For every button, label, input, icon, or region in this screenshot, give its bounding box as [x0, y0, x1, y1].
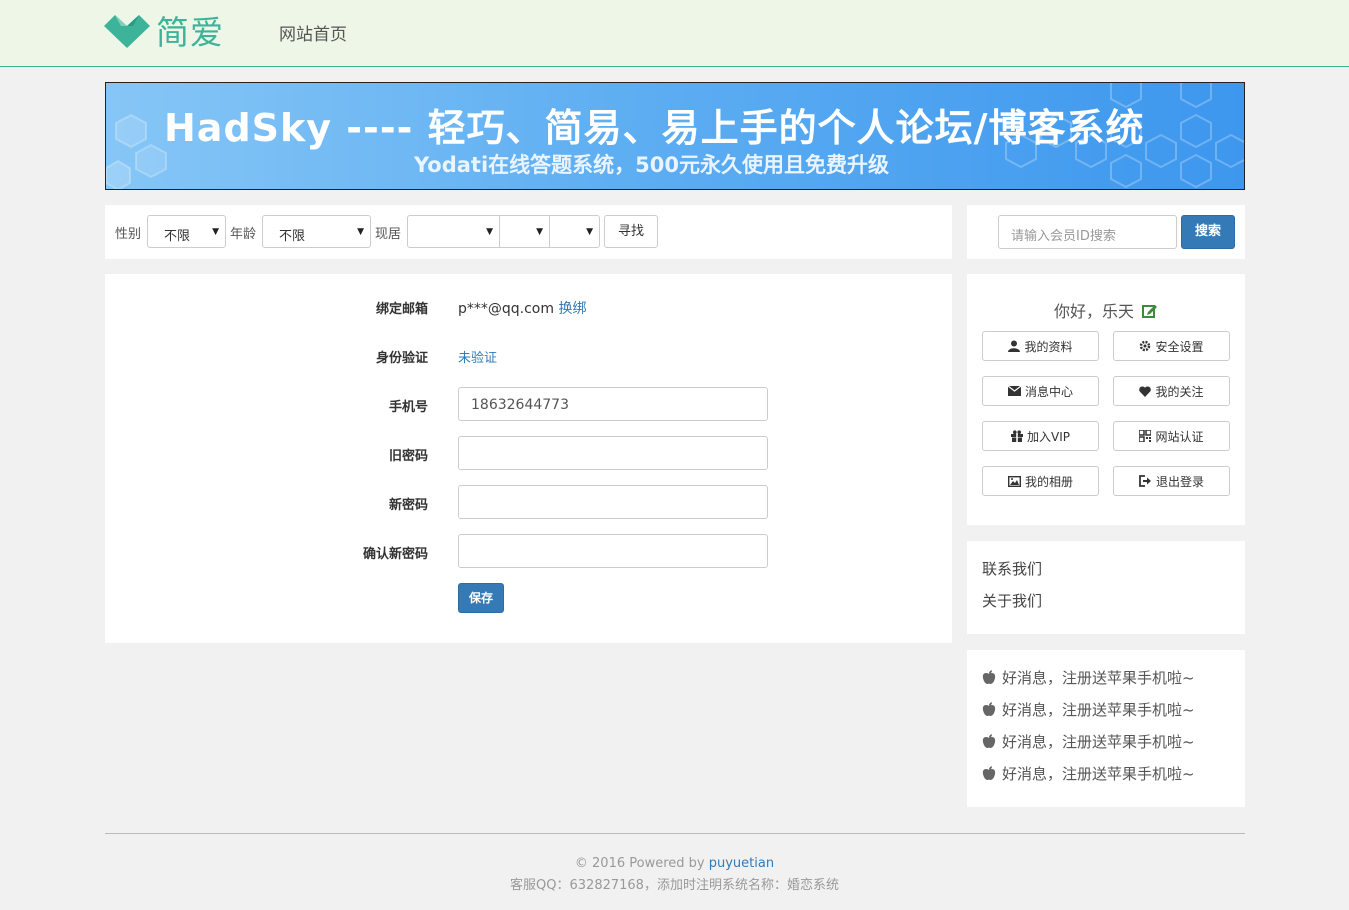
- contact-us-link[interactable]: 联系我们: [982, 558, 1042, 579]
- heart-icon: [1139, 385, 1152, 397]
- banner-subtitle: Yodati在线答题系统，500元永久使用且免费升级: [414, 153, 889, 177]
- find-button[interactable]: 寻找: [604, 215, 658, 248]
- member-id-search-input[interactable]: 请输入会员ID搜索: [998, 215, 1177, 249]
- logo-text: 简爱: [156, 13, 224, 52]
- member-search-bar: 请输入会员ID搜索 搜索: [967, 205, 1245, 259]
- phone-label: 手机号: [388, 400, 428, 415]
- chevron-down-icon: ▼: [586, 227, 593, 237]
- gear-icon: [1140, 340, 1151, 352]
- edit-icon[interactable]: [1142, 303, 1158, 319]
- province-select[interactable]: ▼: [407, 215, 500, 248]
- user-icon: [1008, 340, 1021, 352]
- account-settings-form: 绑定邮箱 p***@qq.com 换绑 身份验证 未验证 手机号 1863264…: [105, 274, 952, 643]
- banner-title: HadSky ---- 轻巧、简易、易上手的个人论坛/博客系统: [164, 106, 1145, 150]
- new-password-label: 新密码: [388, 498, 428, 513]
- news-text: 好消息，注册送苹果手机啦~: [1002, 669, 1195, 687]
- news-text: 好消息，注册送苹果手机啦~: [1002, 701, 1195, 719]
- apple-icon: [982, 670, 996, 684]
- identity-label: 身份验证: [375, 351, 428, 366]
- about-us-link[interactable]: 关于我们: [982, 590, 1042, 611]
- button-label: 退出登录: [1155, 474, 1204, 489]
- powered-by-link[interactable]: puyuetian: [709, 856, 774, 871]
- my-album-button[interactable]: 我的相册: [982, 466, 1099, 496]
- old-password-label: 旧密码: [388, 449, 428, 464]
- nav-home-link[interactable]: 网站首页: [279, 20, 347, 45]
- copyright-text: © 2016 Powered by: [574, 856, 709, 871]
- chevron-down-icon: ▼: [212, 227, 219, 237]
- old-password-input[interactable]: [458, 436, 768, 470]
- picture-icon: [1007, 475, 1021, 487]
- gender-select[interactable]: 不限 ▼: [147, 215, 226, 248]
- gift-icon: [1011, 430, 1023, 442]
- apple-icon: [982, 766, 996, 780]
- news-text: 好消息，注册送苹果手机啦~: [1002, 733, 1195, 751]
- email-value-group: p***@qq.com 换绑: [458, 298, 586, 318]
- apple-icon: [982, 734, 996, 748]
- logo-icon: [104, 15, 150, 48]
- residence-label: 现居: [375, 227, 402, 242]
- security-settings-button[interactable]: 安全设置: [1113, 331, 1230, 361]
- site-verification-button[interactable]: 网站认证: [1113, 421, 1230, 451]
- district-select[interactable]: ▼: [549, 215, 600, 248]
- site-links-panel: 联系我们 关于我们: [967, 541, 1245, 634]
- chevron-down-icon: ▼: [536, 227, 543, 237]
- button-label: 加入VIP: [1027, 429, 1070, 444]
- apple-icon: [982, 702, 996, 716]
- user-menu-panel: 你好，乐天 我的资料 安全设置 消息中心 我的关注 加入VIP 网站认证 我的相…: [967, 274, 1245, 525]
- email-value: p***@qq.com: [458, 301, 555, 317]
- news-text: 好消息，注册送苹果手机啦~: [1002, 765, 1195, 783]
- button-label: 我的资料: [1024, 339, 1073, 354]
- footer-contact: 客服QQ：632827168，添加时注明系统名称：婚恋系统: [510, 878, 839, 893]
- gender-select-value: 不限: [164, 229, 191, 244]
- news-item[interactable]: 好消息，注册送苹果手机啦~: [982, 763, 1195, 784]
- email-label: 绑定邮箱: [375, 302, 428, 317]
- city-select[interactable]: ▼: [499, 215, 550, 248]
- age-label: 年龄: [230, 227, 257, 242]
- message-center-button[interactable]: 消息中心: [982, 376, 1099, 406]
- save-button[interactable]: 保存: [458, 583, 504, 613]
- footer-copyright: © 2016 Powered by puyuetian: [0, 856, 1349, 871]
- gender-label: 性别: [115, 227, 142, 242]
- button-label: 消息中心: [1024, 384, 1073, 399]
- new-password-input[interactable]: [458, 485, 768, 519]
- age-select[interactable]: 不限 ▼: [262, 215, 371, 248]
- user-greeting: 你好，乐天: [967, 298, 1245, 322]
- join-vip-button[interactable]: 加入VIP: [982, 421, 1099, 451]
- my-follows-button[interactable]: 我的关注: [1113, 376, 1230, 406]
- button-label: 我的关注: [1155, 384, 1204, 399]
- top-header: 简爱 网站首页: [0, 0, 1349, 67]
- age-select-value: 不限: [279, 229, 306, 244]
- change-email-link[interactable]: 换绑: [558, 301, 586, 317]
- ad-banner[interactable]: HadSky ---- 轻巧、简易、易上手的个人论坛/博客系统 Yodati在线…: [105, 82, 1245, 190]
- news-panel: 好消息，注册送苹果手机啦~ 好消息，注册送苹果手机啦~ 好消息，注册送苹果手机啦…: [967, 650, 1245, 807]
- news-item[interactable]: 好消息，注册送苹果手机啦~: [982, 731, 1195, 752]
- search-button[interactable]: 搜索: [1181, 215, 1235, 249]
- envelope-icon: [1007, 386, 1021, 396]
- logout-button[interactable]: 退出登录: [1113, 466, 1230, 496]
- footer-divider: [105, 833, 1245, 834]
- logout-icon: [1139, 475, 1151, 487]
- site-logo[interactable]: 简爱: [104, 10, 224, 52]
- news-item[interactable]: 好消息，注册送苹果手机啦~: [982, 667, 1195, 688]
- confirm-password-input[interactable]: [458, 534, 768, 568]
- news-item[interactable]: 好消息，注册送苹果手机啦~: [982, 699, 1195, 720]
- phone-input[interactable]: 18632644773: [458, 387, 768, 421]
- chevron-down-icon: ▼: [357, 227, 364, 237]
- my-profile-button[interactable]: 我的资料: [982, 331, 1099, 361]
- member-filter-bar: 性别 不限 ▼ 年龄 不限 ▼ 现居 ▼ ▼ ▼ 寻找: [105, 205, 952, 259]
- button-label: 我的相册: [1024, 474, 1073, 489]
- confirm-password-label: 确认新密码: [362, 547, 428, 562]
- identity-verify-link[interactable]: 未验证: [458, 347, 497, 366]
- button-label: 网站认证: [1155, 429, 1204, 444]
- greeting-text: 你好，乐天: [1053, 302, 1134, 321]
- chevron-down-icon: ▼: [486, 227, 493, 237]
- button-label: 安全设置: [1155, 339, 1204, 354]
- qrcode-icon: [1139, 430, 1152, 442]
